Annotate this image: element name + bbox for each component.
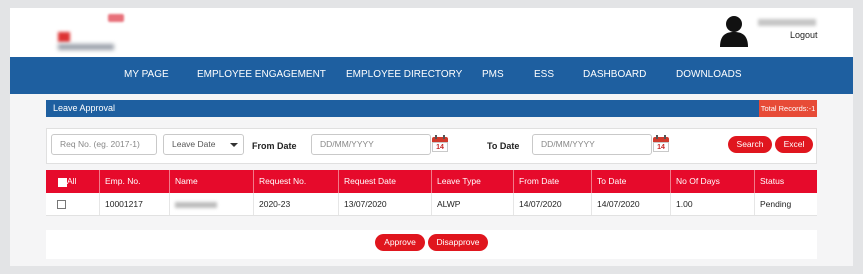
calendar-day-number: 14 [432,142,448,152]
col-from-date: From Date [513,170,591,193]
excel-button[interactable]: Excel [775,136,813,153]
panel-title: Leave Approval [53,103,116,113]
row-select-cell [46,193,99,215]
col-request-no: Request No. [253,170,338,193]
from-date-label: From Date [252,141,297,151]
top-header: Logout [10,8,853,57]
calendar-day-number: 14 [653,142,669,152]
filter-bar: Req No. (eg. 2017-1) Leave Date From Dat… [46,128,817,164]
col-no-of-days: No Of Days [670,170,754,193]
row-checkbox[interactable] [57,200,66,209]
nav-downloads[interactable]: DOWNLOADS [676,69,742,80]
nav-ess[interactable]: ESS [534,69,554,80]
from-date-input[interactable]: DD/MM/YYYY [311,134,431,155]
panel-header: Leave Approval Total Records:-1 [46,100,817,117]
search-button[interactable]: Search [728,136,772,153]
col-to-date: To Date [591,170,670,193]
cell-no-of-days: 1.00 [670,193,754,215]
chevron-down-icon [230,143,238,147]
date-type-value: Leave Date [172,139,216,149]
cell-leave-type: ALWP [431,193,513,215]
cell-name [169,193,253,215]
cell-from-date: 14/07/2020 [513,193,591,215]
user-avatar-icon[interactable] [720,15,748,47]
to-date-input[interactable]: DD/MM/YYYY [532,134,652,155]
main-nav: MY PAGE EMPLOYEE ENGAGEMENT EMPLOYEE DIR… [10,57,853,94]
company-logo[interactable] [48,14,148,52]
select-all-header: All [46,170,99,193]
table-row: 10001217 2020-23 13/07/2020 ALWP 14/07/2… [46,193,817,216]
total-records-badge: Total Records:-1 [759,100,817,117]
approve-button[interactable]: Approve [375,234,425,251]
nav-dashboard[interactable]: DASHBOARD [583,69,646,80]
disapprove-button[interactable]: Disapprove [428,234,488,251]
col-leave-type: Leave Type [431,170,513,193]
nav-employee-engagement[interactable]: EMPLOYEE ENGAGEMENT [197,69,326,80]
cell-status: Pending [754,193,817,215]
app-frame: Logout MY PAGE EMPLOYEE ENGAGEMENT EMPLO… [10,8,853,266]
col-status: Status [754,170,817,193]
from-date-calendar-icon[interactable]: 14 [432,135,448,152]
col-emp-no: Emp. No. [99,170,169,193]
cell-emp-no: 10001217 [99,193,169,215]
nav-my-page[interactable]: MY PAGE [124,69,169,80]
col-name: Name [169,170,253,193]
logout-link[interactable]: Logout [790,30,818,40]
select-all-label: All [67,176,77,186]
nav-pms[interactable]: PMS [482,69,504,80]
cell-request-date: 13/07/2020 [338,193,431,215]
col-request-date: Request Date [338,170,431,193]
to-date-label: To Date [487,141,520,151]
action-bar: Approve Disapprove [46,230,817,259]
request-number-input[interactable]: Req No. (eg. 2017-1) [51,134,157,155]
user-name [758,19,816,26]
cell-to-date: 14/07/2020 [591,193,670,215]
select-all-checkbox[interactable] [58,178,67,187]
table-header: All Emp. No. Name Request No. Request Da… [46,170,817,193]
to-date-calendar-icon[interactable]: 14 [653,135,669,152]
nav-employee-directory[interactable]: EMPLOYEE DIRECTORY [346,69,462,80]
date-type-select[interactable]: Leave Date [163,134,244,155]
cell-request-no: 2020-23 [253,193,338,215]
